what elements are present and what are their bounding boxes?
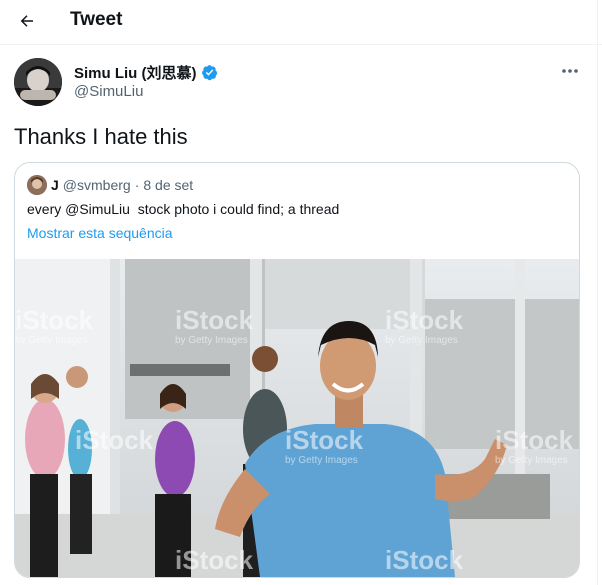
tweet-text: Thanks I hate this [14, 124, 188, 149]
watermark-text-5: iStock [495, 425, 574, 455]
quoted-author-avatar [27, 175, 47, 195]
watermark-text-3: iStock [385, 305, 464, 335]
meta-separator: · [134, 177, 140, 193]
watermark-sub-5: by Getty Images [495, 455, 568, 466]
watermark-text-6: iStock [75, 425, 154, 455]
watermark-sub-3: by Getty Images [385, 335, 458, 346]
watermark-sub-2: by Getty Images [175, 335, 248, 346]
watermark-text-2: iStock [175, 305, 254, 335]
watermark-sub-4: by Getty Images [285, 455, 358, 466]
show-thread-link[interactable]: Mostrar esta sequência [27, 225, 173, 241]
author-handle[interactable]: @SimuLiu [74, 83, 143, 100]
quoted-tweet-header: J @svmberg · 8 de set [27, 175, 193, 195]
quoted-tweet-text: every @SimuLiu stock photo i could find;… [27, 201, 340, 217]
watermark-text-1: iStock [15, 305, 94, 335]
verified-badge-icon [201, 65, 217, 81]
page-title: Tweet [70, 9, 123, 30]
quoted-author-name: J [51, 177, 59, 193]
stock-photo[interactable]: iStock iStock iStock iStock iStock iStoc… [15, 259, 579, 577]
author-name-row: Simu Liu (刘思慕) [74, 62, 218, 83]
column-divider [597, 0, 598, 585]
more-options-button[interactable] [558, 60, 582, 82]
arrow-left-icon [20, 15, 33, 27]
back-button[interactable] [12, 6, 42, 36]
watermark-text-8: iStock [385, 545, 464, 575]
author-name[interactable]: Simu Liu (刘思慕) [74, 62, 197, 83]
top-bar: Tweet [0, 0, 602, 45]
author-avatar[interactable] [14, 58, 62, 106]
watermark-text-7: iStock [175, 545, 254, 575]
quoted-date: 8 de set [143, 177, 194, 193]
watermark-text-4: iStock [285, 425, 364, 455]
more-options-icon [562, 69, 578, 73]
quoted-author-handle: @svmberg [62, 177, 131, 193]
quoted-tweet[interactable]: J @svmberg · 8 de set every @SimuLiu sto… [14, 162, 580, 578]
watermark-sub-1: by Getty Images [15, 335, 88, 346]
